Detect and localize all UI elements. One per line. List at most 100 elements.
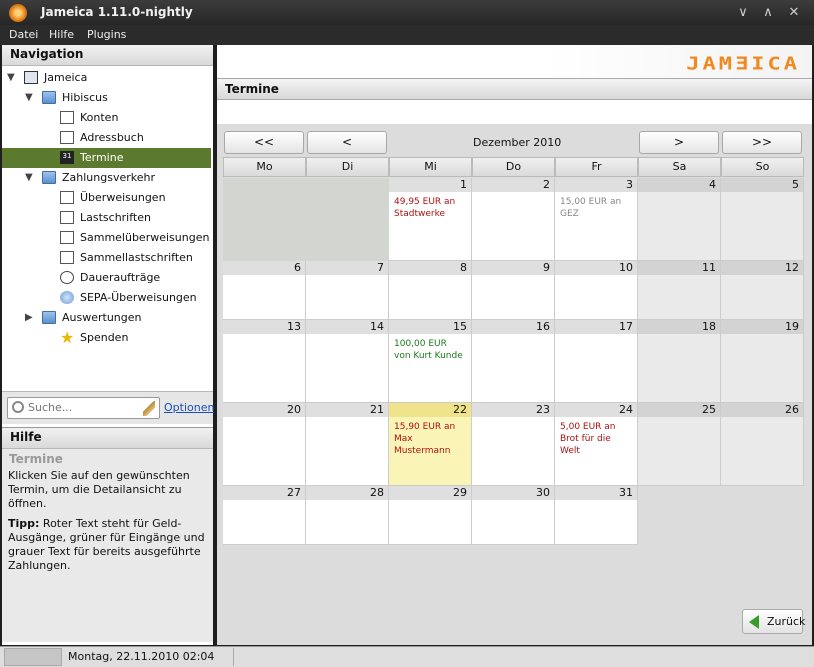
day-number: 25 xyxy=(638,403,720,417)
back-button[interactable]: Zurück xyxy=(742,609,806,634)
day-number: 8 xyxy=(389,261,471,275)
day-number: 23 xyxy=(472,403,554,417)
calendar-day-5[interactable]: 5 xyxy=(721,178,804,261)
calendar-day-24[interactable]: 24 5,00 EUR an Brot für die Welt xyxy=(555,403,638,486)
navigation-title: Navigation xyxy=(2,45,213,66)
calendar-blank-cell xyxy=(306,178,389,261)
day-number: 10 xyxy=(555,261,637,275)
accounts-icon xyxy=(60,111,74,124)
transfer-icon xyxy=(60,191,74,204)
calendar-day-21[interactable]: 21 xyxy=(306,403,389,486)
menu-hilfe[interactable]: Hilfe xyxy=(49,28,74,41)
day-number: 3 xyxy=(555,178,637,192)
close-button[interactable]: ✕ xyxy=(784,3,804,22)
help-pane: Hilfe Termine Klicken Sie auf den gewüns… xyxy=(2,427,213,642)
expander-icon[interactable]: ▶ xyxy=(25,308,33,328)
calendar-day-23[interactable]: 23 xyxy=(472,403,555,486)
tree-item-auswertungen[interactable]: ▶ Auswertungen xyxy=(2,308,211,328)
tree-item-hibiscus[interactable]: ▼ Hibiscus xyxy=(2,88,211,108)
calendar-day-19[interactable]: 19 xyxy=(721,320,804,403)
day-number: 27 xyxy=(223,486,305,500)
prev-month-button[interactable]: < xyxy=(307,131,387,154)
toolbar-strip xyxy=(217,100,812,124)
help-tip: Tipp: Roter Text steht für Geld-Ausgänge… xyxy=(2,517,213,573)
calendar-event[interactable]: 5,00 EUR an Brot für die Welt xyxy=(555,417,637,461)
menu-bar: Datei Hilfe Plugins xyxy=(0,25,814,45)
day-number: 19 xyxy=(721,320,803,334)
day-number: 16 xyxy=(472,320,554,334)
calendar-day-27[interactable]: 27 xyxy=(223,486,306,545)
search-input[interactable] xyxy=(28,401,136,414)
tree-item-spenden[interactable]: ★ Spenden xyxy=(2,328,211,348)
day-number: 21 xyxy=(306,403,388,417)
calendar-day-8[interactable]: 8 xyxy=(389,261,472,320)
calendar-day-28[interactable]: 28 xyxy=(306,486,389,545)
back-button-label: Zurück xyxy=(767,615,806,628)
tree-item-sepa-überweisungen[interactable]: SEPA-Überweisungen xyxy=(2,288,211,308)
calendar-day-3[interactable]: 3 15,00 EUR an GEZ xyxy=(555,178,638,261)
day-number: 1 xyxy=(389,178,471,192)
menu-datei[interactable]: Datei xyxy=(9,28,38,41)
last-month-button[interactable]: >> xyxy=(722,131,802,154)
calendar-day-11[interactable]: 11 xyxy=(638,261,721,320)
calendar-event[interactable]: 100,00 EUR von Kurt Kunde xyxy=(389,334,471,366)
calendar-day-18[interactable]: 18 xyxy=(638,320,721,403)
tree-item-überweisungen[interactable]: Überweisungen xyxy=(2,188,211,208)
calendar-day-30[interactable]: 30 xyxy=(472,486,555,545)
status-indicator xyxy=(4,648,62,666)
expander-icon[interactable]: ▼ xyxy=(25,88,33,108)
calendar-day-13[interactable]: 13 xyxy=(223,320,306,403)
banner: JAMƎICA xyxy=(217,45,812,78)
day-number: 24 xyxy=(555,403,637,417)
page-title: Termine xyxy=(217,78,812,100)
addressbook-icon xyxy=(60,131,74,144)
tree-item-adressbuch[interactable]: Adressbuch xyxy=(2,128,211,148)
tree-item-konten[interactable]: Konten xyxy=(2,108,211,128)
calendar-day-25[interactable]: 25 xyxy=(638,403,721,486)
tree-item-sammellastschriften[interactable]: Sammellastschriften xyxy=(2,248,211,268)
calendar-day-4[interactable]: 4 xyxy=(638,178,721,261)
calendar-day-20[interactable]: 20 xyxy=(223,403,306,486)
search-icon xyxy=(12,401,24,413)
calendar-day-2[interactable]: 2 xyxy=(472,178,555,261)
calendar-day-15[interactable]: 15 100,00 EUR von Kurt Kunde xyxy=(389,320,472,403)
calendar-day-7[interactable]: 7 xyxy=(306,261,389,320)
search-box[interactable] xyxy=(7,397,160,419)
calendar-day-1[interactable]: 1 49,95 EUR an Stadtwerke xyxy=(389,178,472,261)
clear-icon[interactable] xyxy=(143,401,155,416)
calendar-day-29[interactable]: 29 xyxy=(389,486,472,545)
next-month-button[interactable]: > xyxy=(639,131,719,154)
day-number: 17 xyxy=(555,320,637,334)
tree-item-zahlungsverkehr[interactable]: ▼ Zahlungsverkehr xyxy=(2,168,211,188)
calendar-day-14[interactable]: 14 xyxy=(306,320,389,403)
tree-item-termine[interactable]: 31 Termine xyxy=(2,148,211,168)
folder-icon xyxy=(42,171,56,184)
calendar-day-12[interactable]: 12 xyxy=(721,261,804,320)
tree-item-lastschriften[interactable]: Lastschriften xyxy=(2,208,211,228)
weekday-fr: Fr xyxy=(555,157,638,177)
calendar-day-6[interactable]: 6 xyxy=(223,261,306,320)
calendar-day-17[interactable]: 17 xyxy=(555,320,638,403)
expander-icon[interactable]: ▼ xyxy=(25,168,33,188)
tree-item-label: Sammellastschriften xyxy=(80,251,193,264)
tree-item-daueraufträge[interactable]: Daueraufträge xyxy=(2,268,211,288)
expander-icon[interactable]: ▼ xyxy=(7,68,15,88)
day-number: 22 xyxy=(389,403,471,417)
calendar-event[interactable]: 15,00 EUR an GEZ xyxy=(555,192,637,224)
menu-plugins[interactable]: Plugins xyxy=(87,28,126,41)
calendar-day-9[interactable]: 9 xyxy=(472,261,555,320)
tree-item-sammelüberweisungen[interactable]: Sammelüberweisungen xyxy=(2,228,211,248)
calendar-day-22[interactable]: 22 15,90 EUR an Max Mustermann xyxy=(389,403,472,486)
calendar-day-16[interactable]: 16 xyxy=(472,320,555,403)
calendar-event[interactable]: 49,95 EUR an Stadtwerke xyxy=(389,192,471,224)
calendar-day-31[interactable]: 31 xyxy=(555,486,638,545)
tree-item-jameica[interactable]: ▼ Jameica xyxy=(2,68,211,88)
first-month-button[interactable]: << xyxy=(224,131,304,154)
calendar-day-10[interactable]: 10 xyxy=(555,261,638,320)
minimize-button[interactable]: ∨ xyxy=(733,3,753,22)
options-link[interactable]: Optionen xyxy=(164,401,214,414)
maximize-button[interactable]: ∧ xyxy=(758,3,778,22)
jameica-logo: JAMƎICA xyxy=(686,54,800,75)
calendar-day-26[interactable]: 26 xyxy=(721,403,804,486)
calendar-event[interactable]: 15,90 EUR an Max Mustermann xyxy=(389,417,471,461)
